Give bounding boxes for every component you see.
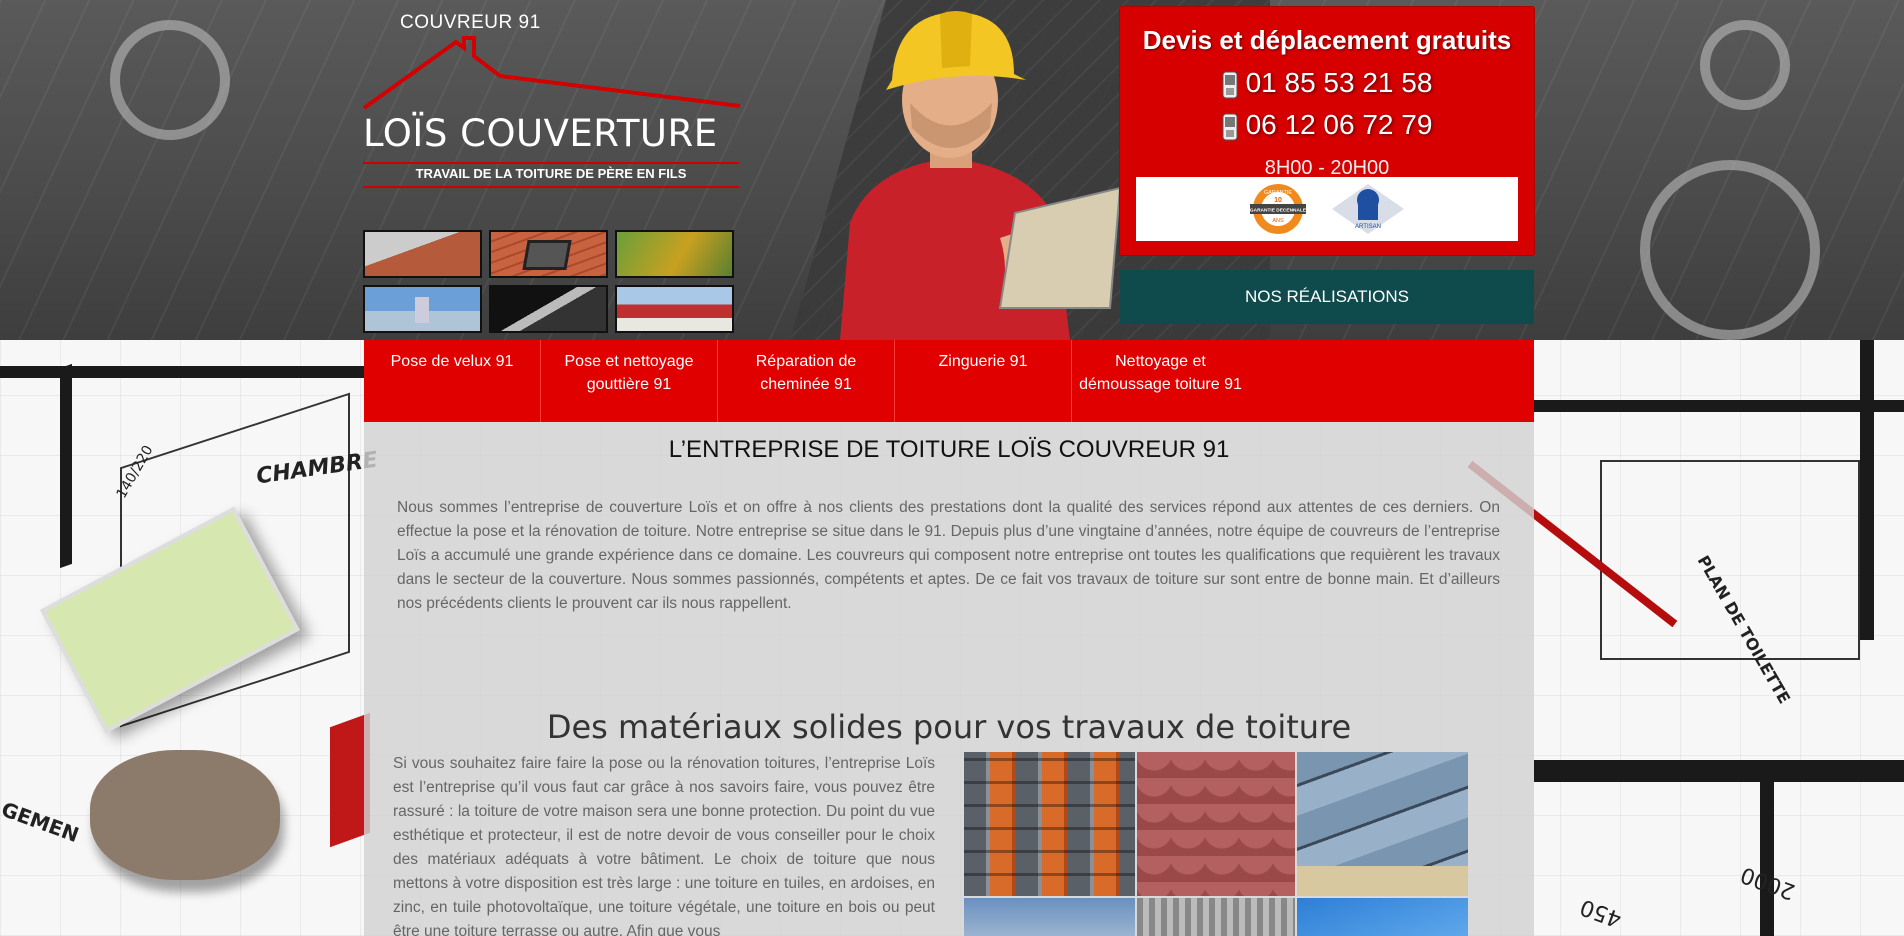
thumbnail-gutter[interactable] xyxy=(615,230,734,278)
realisations-button[interactable]: NOS RÉALISATIONS xyxy=(1120,270,1534,324)
blueprint-room xyxy=(1600,460,1860,660)
phone-number-1[interactable]: 01 85 53 21 58 xyxy=(1246,67,1433,98)
header-banner: COUVREUR 91 LOÏS COUVERTURE TRAVAIL DE L… xyxy=(0,0,1904,340)
logo-divider xyxy=(363,186,739,188)
svg-text:ARTISAN: ARTISAN xyxy=(1355,224,1381,230)
materials-paragraph: Si vous souhaitez faire faire la pose ou… xyxy=(393,755,935,936)
svg-text:ANS: ANS xyxy=(1272,218,1284,224)
tile-image-blue-roof xyxy=(1297,898,1468,936)
blueprint-table xyxy=(90,750,280,880)
logo-tagline: TRAVAIL DE LA TOITURE DE PÈRE EN FILS xyxy=(415,166,687,181)
main-content: L’ENTREPRISE DE TOITURE LOÏS COUVREUR 91… xyxy=(364,422,1534,936)
svg-text:GARANTIE DECENNALE: GARANTIE DECENNALE xyxy=(1250,208,1307,214)
svg-text:10: 10 xyxy=(1274,197,1282,204)
thumbnail-zinc[interactable] xyxy=(363,285,482,333)
main-navigation: Pose de velux 91 Pose et nettoyage goutt… xyxy=(364,340,1534,422)
tile-image-slate xyxy=(1297,752,1468,896)
nav-item-cheminee[interactable]: Réparation de cheminée 91 xyxy=(718,340,895,422)
materials-image-grid xyxy=(964,752,1468,936)
logo-divider xyxy=(363,162,739,164)
blueprint-wall xyxy=(60,363,72,569)
roof-logo-icon xyxy=(362,36,741,110)
page-title: L’ENTREPRISE DE TOITURE LOÏS COUVREUR 91 xyxy=(668,436,1230,463)
blueprint-wall xyxy=(1860,340,1874,640)
blueprint-wall xyxy=(1534,400,1904,412)
tile-image-sky-roof xyxy=(964,898,1135,936)
contact-box: Devis et déplacement gratuits 01 85 53 2… xyxy=(1120,7,1534,255)
blueprint-label: GEMEN xyxy=(0,796,83,848)
roofer-worker-image xyxy=(840,11,1122,340)
blueprint-roll xyxy=(1700,20,1790,110)
nav-item-demoussage[interactable]: Nettoyage et démoussage toiture 91 xyxy=(1072,340,1249,422)
svg-text:GARANTIE: GARANTIE xyxy=(1264,190,1292,196)
badge-strip: GARANTIE 10 GARANTIE DECENNALE ANS ARTIS… xyxy=(1136,177,1518,241)
materials-heading: Des matériaux solides pour vos travaux d… xyxy=(546,708,1352,746)
decennial-guarantee-badge-icon: GARANTIE 10 GARANTIE DECENNALE ANS xyxy=(1250,184,1307,234)
blueprint-roll xyxy=(1640,160,1820,340)
logo-top-text: COUVREUR 91 xyxy=(400,12,541,33)
thumbnail-skylight[interactable] xyxy=(489,285,608,333)
nav-item-zinguerie[interactable]: Zinguerie 91 xyxy=(895,340,1072,422)
mobile-phone-icon xyxy=(1222,113,1238,141)
blueprint-label: 450 xyxy=(1576,893,1626,932)
thumbnail-roof-work[interactable] xyxy=(363,230,482,278)
phone-line-2[interactable]: 06 12 06 72 79 xyxy=(1120,109,1534,141)
blueprint-roll xyxy=(110,20,230,140)
mobile-phone-icon xyxy=(1222,71,1238,99)
blueprint-wall xyxy=(1760,780,1774,936)
blueprint-wall xyxy=(0,366,380,378)
logo-name[interactable]: LOÏS COUVERTURE xyxy=(363,112,718,155)
contact-title: Devis et déplacement gratuits xyxy=(1142,25,1512,55)
blueprint-wall xyxy=(1534,760,1904,782)
thumbnail-house[interactable] xyxy=(615,285,734,333)
thumbnail-grid xyxy=(363,230,737,333)
phone-line-1[interactable]: 01 85 53 21 58 xyxy=(1120,67,1534,99)
tile-image-shingles xyxy=(1137,752,1295,896)
intro-paragraph: Nous sommes l’entreprise de couverture L… xyxy=(397,499,1500,612)
phone-number-2[interactable]: 06 12 06 72 79 xyxy=(1246,109,1433,140)
tile-image-roof-tiles xyxy=(964,752,1135,896)
artisan-badge-icon: ARTISAN xyxy=(1332,184,1404,234)
thumbnail-velux[interactable] xyxy=(489,230,608,278)
nav-item-velux[interactable]: Pose de velux 91 xyxy=(364,340,541,422)
nav-item-gouttiere[interactable]: Pose et nettoyage gouttière 91 xyxy=(541,340,718,422)
tile-image-zinc xyxy=(1137,898,1295,936)
